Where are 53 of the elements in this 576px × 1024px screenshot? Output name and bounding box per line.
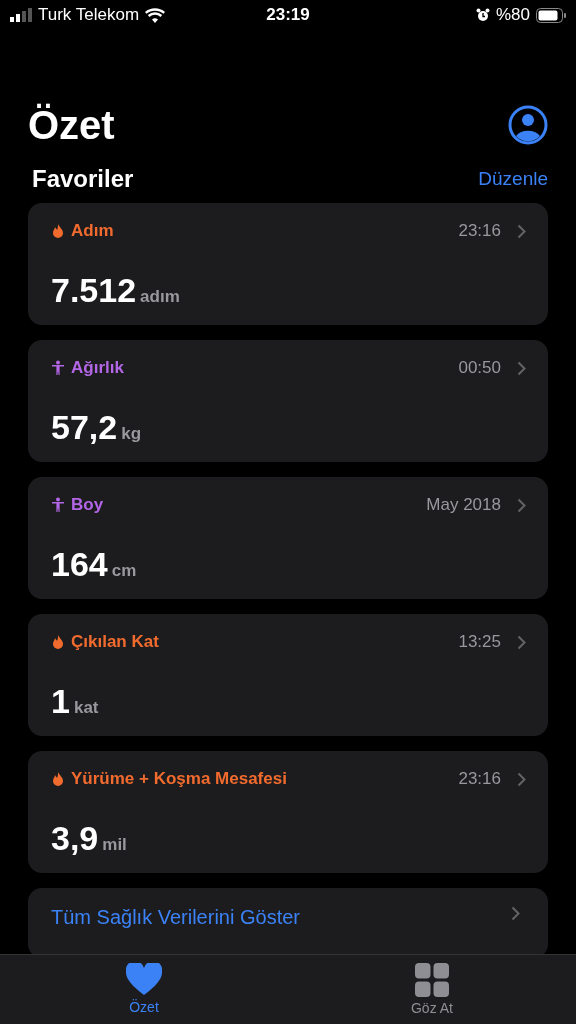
metric-time: 00:50: [458, 358, 501, 378]
chevron-icon: [517, 223, 526, 239]
flame-icon: [51, 223, 65, 239]
signal-icon: [10, 8, 32, 22]
wifi-icon: [145, 7, 166, 23]
metric-value: 164: [51, 545, 108, 584]
metric-time: May 2018: [426, 495, 501, 515]
metric-card[interactable]: Çıkılan Kat 13:25 1 kat: [28, 614, 548, 736]
metric-label: Çıkılan Kat: [71, 632, 160, 652]
figure-icon: [51, 360, 65, 376]
tab[interactable]: Göz At: [288, 955, 576, 1024]
metric-card[interactable]: Adım 23:16 7.512 adım: [28, 203, 548, 325]
show-all-row[interactable]: Tüm Sağlık Verilerini Göster: [28, 888, 548, 954]
metric-label: Yürüme + Koşma Mesafesi: [71, 769, 288, 789]
tab[interactable]: Özet: [0, 955, 288, 1024]
metric-time: 13:25: [458, 632, 501, 652]
metric-card[interactable]: Ağırlık 00:50 57,2 kg: [28, 340, 548, 462]
chevron-icon: [511, 906, 520, 921]
metric-card[interactable]: Yürüme + Koşma Mesafesi 23:16 3,9 mil: [28, 751, 548, 873]
metric-unit: kat: [73, 698, 99, 718]
metric-value: 57,2: [51, 408, 118, 447]
flame-icon: [51, 771, 65, 787]
section-heading: Favoriler: [31, 165, 134, 193]
metric-label: Ağırlık: [71, 358, 125, 378]
battery-icon: [536, 7, 566, 23]
profile-icon[interactable]: [508, 105, 548, 145]
chevron-icon: [517, 634, 526, 650]
edit-link[interactable]: Düzenle: [478, 168, 548, 190]
heart-icon: [126, 963, 162, 996]
figure-icon: [51, 497, 65, 513]
chevron-icon: [517, 497, 526, 513]
metric-card[interactable]: Boy May 2018 164 cm: [28, 477, 548, 599]
metric-unit: cm: [111, 561, 137, 581]
metric-unit: kg: [121, 424, 142, 444]
clock-time: 23:19: [266, 5, 310, 25]
metric-unit: mil: [102, 835, 127, 855]
carrier-name: Turk Telekom: [38, 5, 140, 25]
metric-label: Adım: [71, 221, 115, 241]
metric-value: 1: [51, 682, 70, 721]
chevron-icon: [517, 771, 526, 787]
grid-icon: [415, 963, 449, 997]
page-title: Özet: [28, 102, 115, 148]
flame-icon: [51, 634, 65, 650]
chevron-icon: [517, 360, 526, 376]
metric-label: Boy: [71, 495, 105, 515]
metric-time: 23:16: [458, 769, 501, 789]
metric-unit: adım: [140, 287, 180, 307]
show-all-label: Tüm Sağlık Verilerini Göster: [51, 906, 300, 930]
alarm-icon: [476, 8, 490, 22]
metric-value: 7.512: [51, 271, 137, 310]
metric-value: 3,9: [51, 819, 99, 858]
metric-time: 23:16: [458, 221, 501, 241]
battery-percent: %80: [496, 5, 530, 25]
